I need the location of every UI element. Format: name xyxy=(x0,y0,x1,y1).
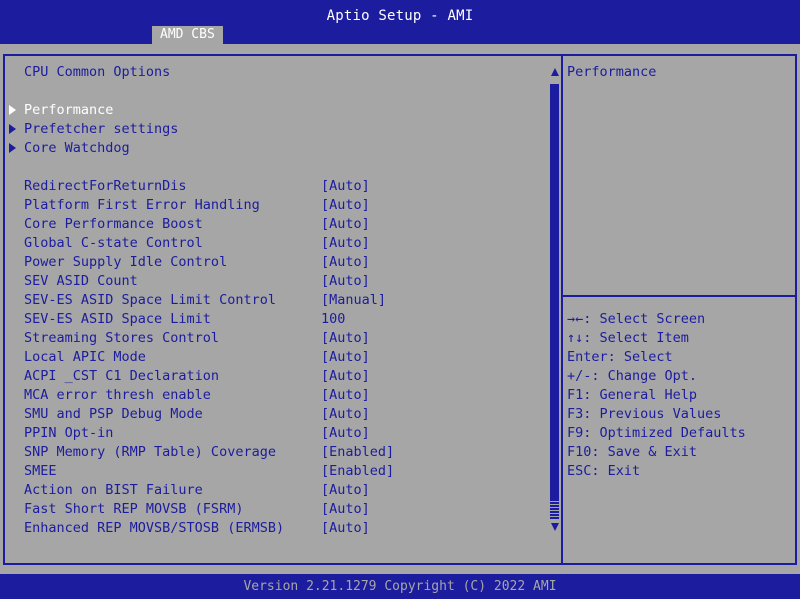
option-value[interactable]: [Auto] xyxy=(321,367,370,386)
option-value[interactable]: [Auto] xyxy=(321,253,370,272)
submenu-label: Prefetcher settings xyxy=(24,121,179,137)
submenu-arrow-icon xyxy=(9,124,16,134)
help-key-enter: Enter: Select xyxy=(567,349,673,365)
option-value[interactable]: [Auto] xyxy=(321,519,370,538)
option-value[interactable]: [Auto] xyxy=(321,424,370,443)
option-label: Core Performance Boost xyxy=(24,216,203,232)
option-value[interactable]: [Manual] xyxy=(321,291,386,310)
option-value[interactable]: [Auto] xyxy=(321,196,370,215)
option-label: SMU and PSP Debug Mode xyxy=(24,406,203,422)
help-key-change-opt: +/-: Change Opt. xyxy=(567,368,698,384)
help-key-select-item: ↑↓: Select Item xyxy=(567,330,689,346)
option-label: SNP Memory (RMP Table) Coverage xyxy=(24,444,276,460)
option-label: SEV-ES ASID Space Limit xyxy=(24,311,211,327)
scroll-down-arrow-icon[interactable] xyxy=(551,523,559,531)
scrollbar-thumb[interactable] xyxy=(550,84,559,501)
window-title: Aptio Setup - AMI xyxy=(326,8,474,24)
option-value[interactable]: [Auto] xyxy=(321,481,370,500)
scroll-up-arrow-icon[interactable] xyxy=(551,68,559,76)
setup-panel: CPU Common Options Performance Prefetche… xyxy=(0,44,800,574)
option-label: Fast Short REP MOVSB (FSRM) xyxy=(24,501,244,517)
option-value[interactable]: [Auto] xyxy=(321,500,370,519)
submenu-label: Performance xyxy=(24,102,114,118)
option-value[interactable]: [Enabled] xyxy=(321,462,394,481)
option-label: MCA error thresh enable xyxy=(24,387,211,403)
option-label: PPIN Opt-in xyxy=(24,425,114,441)
option-label: Global C-state Control xyxy=(24,235,203,251)
panel-divider xyxy=(561,54,563,565)
help-key-general-help: F1: General Help xyxy=(567,387,698,403)
help-key-save-exit: F10: Save & Exit xyxy=(567,444,698,460)
help-key-optimized-defaults: F9: Optimized Defaults xyxy=(567,425,746,441)
option-value[interactable]: [Auto] xyxy=(321,348,370,367)
option-label: SEV ASID Count xyxy=(24,273,138,289)
option-value[interactable]: [Auto] xyxy=(321,272,370,291)
help-description: Performance xyxy=(567,64,657,80)
submenu-arrow-icon xyxy=(9,143,16,153)
footer-version: Version 2.21.1279 Copyright (C) 2022 AMI xyxy=(0,574,800,599)
tab-amd-cbs[interactable]: AMD CBS xyxy=(152,26,223,44)
option-label: Action on BIST Failure xyxy=(24,482,203,498)
option-value[interactable]: [Auto] xyxy=(321,177,370,196)
option-label: Platform First Error Handling xyxy=(24,197,260,213)
option-value[interactable]: [Auto] xyxy=(321,405,370,424)
option-label: Power Supply Idle Control xyxy=(24,254,228,270)
scrollbar-thumb-end xyxy=(550,501,559,519)
option-label: SMEE xyxy=(24,463,57,479)
option-label: ACPI _CST C1 Declaration xyxy=(24,368,220,384)
option-value[interactable]: 100 xyxy=(321,310,345,329)
section-title: CPU Common Options xyxy=(24,64,171,80)
help-separator xyxy=(563,295,797,297)
help-key-select-screen: →←: Select Screen xyxy=(567,311,706,327)
submenu-label: Core Watchdog xyxy=(24,140,130,156)
option-label: Enhanced REP MOVSB/STOSB (ERMSB) xyxy=(24,520,285,536)
help-key-exit: ESC: Exit xyxy=(567,463,641,479)
option-value[interactable]: [Auto] xyxy=(321,215,370,234)
option-value[interactable]: [Auto] xyxy=(321,386,370,405)
option-label: Local APIC Mode xyxy=(24,349,146,365)
option-label: Streaming Stores Control xyxy=(24,330,220,346)
option-label: RedirectForReturnDis xyxy=(24,178,187,194)
title-bar: Aptio Setup - AMI AMD CBS xyxy=(0,0,800,44)
option-value[interactable]: [Enabled] xyxy=(321,443,394,462)
option-value[interactable]: [Auto] xyxy=(321,234,370,253)
submenu-arrow-icon xyxy=(9,105,16,115)
option-label: SEV-ES ASID Space Limit Control xyxy=(24,292,276,308)
help-key-previous-values: F3: Previous Values xyxy=(567,406,722,422)
option-value[interactable]: [Auto] xyxy=(321,329,370,348)
